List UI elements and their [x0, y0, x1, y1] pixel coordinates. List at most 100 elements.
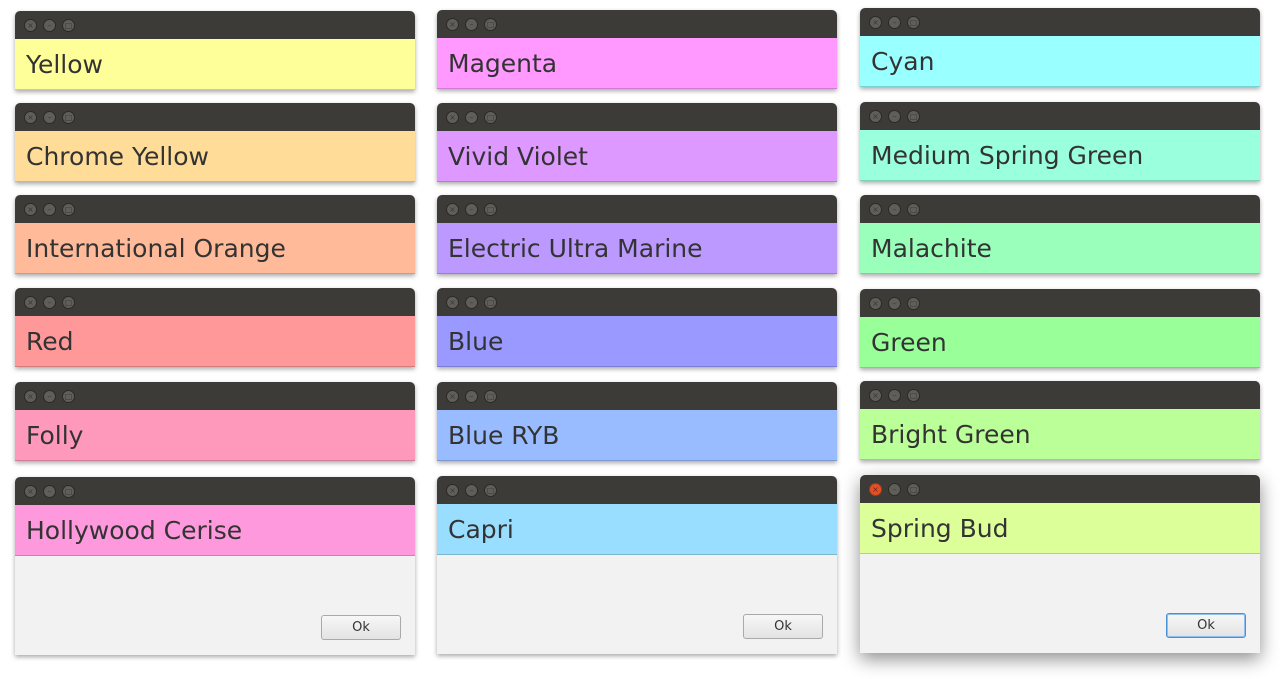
titlebar[interactable]: × – □ [15, 288, 415, 316]
close-icon[interactable]: × [24, 111, 37, 124]
color-window[interactable]: × – □ Electric Ultra Marine [437, 195, 837, 274]
close-icon[interactable]: × [446, 296, 459, 309]
titlebar[interactable]: × – □ [437, 288, 837, 316]
close-icon[interactable]: × [869, 203, 882, 216]
minimize-icon[interactable]: – [888, 297, 901, 310]
minimize-icon[interactable]: – [43, 19, 56, 32]
minimize-icon[interactable]: – [465, 296, 478, 309]
minimize-icon[interactable]: – [888, 483, 901, 496]
close-icon[interactable]: × [869, 110, 882, 123]
minimize-icon[interactable]: – [888, 110, 901, 123]
maximize-icon[interactable]: □ [62, 485, 75, 498]
minimize-icon[interactable]: – [43, 390, 56, 403]
minimize-icon[interactable]: – [465, 390, 478, 403]
maximize-icon[interactable]: □ [907, 483, 920, 496]
close-icon[interactable]: × [24, 203, 37, 216]
close-icon[interactable]: × [446, 484, 459, 497]
maximize-icon[interactable]: □ [907, 203, 920, 216]
color-label: Magenta [437, 38, 837, 89]
color-window[interactable]: × – □ Red [15, 288, 415, 367]
close-icon[interactable]: × [869, 297, 882, 310]
minimize-icon[interactable]: – [888, 203, 901, 216]
color-window[interactable]: × – □ Folly [15, 382, 415, 461]
titlebar[interactable]: × – □ [437, 10, 837, 38]
color-label: Vivid Violet [437, 131, 837, 182]
titlebar[interactable]: × – □ [437, 476, 837, 504]
color-label: Blue [437, 316, 837, 367]
maximize-icon[interactable]: □ [907, 16, 920, 29]
titlebar[interactable]: × – □ [860, 195, 1260, 223]
ok-button[interactable]: Ok [321, 615, 401, 640]
color-window[interactable]: × – □ Vivid Violet [437, 103, 837, 182]
minimize-icon[interactable]: – [465, 484, 478, 497]
titlebar[interactable]: × – □ [15, 382, 415, 410]
titlebar[interactable]: × – □ [860, 8, 1260, 36]
close-icon[interactable]: × [869, 483, 882, 496]
titlebar[interactable]: × – □ [437, 195, 837, 223]
maximize-icon[interactable]: □ [907, 297, 920, 310]
close-icon[interactable]: × [446, 390, 459, 403]
maximize-icon[interactable]: □ [484, 18, 497, 31]
color-window[interactable]: × – □ Chrome Yellow [15, 103, 415, 182]
ok-button[interactable]: Ok [1166, 613, 1246, 638]
minimize-icon[interactable]: – [888, 389, 901, 402]
titlebar[interactable]: × – □ [15, 195, 415, 223]
maximize-icon[interactable]: □ [62, 296, 75, 309]
color-window-with-ok[interactable]: × – □ Spring Bud Ok [860, 475, 1260, 653]
color-window[interactable]: × – □ Malachite [860, 195, 1260, 274]
titlebar[interactable]: × – □ [15, 103, 415, 131]
minimize-icon[interactable]: – [43, 296, 56, 309]
maximize-icon[interactable]: □ [484, 203, 497, 216]
color-window[interactable]: × – □ Blue [437, 288, 837, 367]
minimize-icon[interactable]: – [43, 485, 56, 498]
titlebar[interactable]: × – □ [860, 102, 1260, 130]
minimize-icon[interactable]: – [43, 203, 56, 216]
close-icon[interactable]: × [24, 296, 37, 309]
maximize-icon[interactable]: □ [62, 390, 75, 403]
color-label: Folly [15, 410, 415, 461]
maximize-icon[interactable]: □ [62, 19, 75, 32]
titlebar[interactable]: × – □ [860, 289, 1260, 317]
color-window-with-ok[interactable]: × – □ Capri Ok [437, 476, 837, 654]
close-icon[interactable]: × [869, 389, 882, 402]
color-label: International Orange [15, 223, 415, 274]
maximize-icon[interactable]: □ [62, 203, 75, 216]
maximize-icon[interactable]: □ [907, 389, 920, 402]
close-icon[interactable]: × [446, 111, 459, 124]
close-icon[interactable]: × [24, 485, 37, 498]
maximize-icon[interactable]: □ [484, 390, 497, 403]
close-icon[interactable]: × [446, 18, 459, 31]
close-icon[interactable]: × [869, 16, 882, 29]
close-icon[interactable]: × [446, 203, 459, 216]
color-window[interactable]: × – □ Medium Spring Green [860, 102, 1260, 181]
maximize-icon[interactable]: □ [484, 484, 497, 497]
color-window[interactable]: × – □ Yellow [15, 11, 415, 90]
color-window[interactable]: × – □ Blue RYB [437, 382, 837, 461]
titlebar[interactable]: × – □ [860, 381, 1260, 409]
color-window[interactable]: × – □ Magenta [437, 10, 837, 89]
titlebar[interactable]: × – □ [15, 477, 415, 505]
maximize-icon[interactable]: □ [484, 111, 497, 124]
minimize-icon[interactable]: – [43, 111, 56, 124]
close-icon[interactable]: × [24, 390, 37, 403]
maximize-icon[interactable]: □ [907, 110, 920, 123]
minimize-icon[interactable]: – [465, 111, 478, 124]
titlebar[interactable]: × – □ [860, 475, 1260, 503]
color-window-with-ok[interactable]: × – □ Hollywood Cerise Ok [15, 477, 415, 655]
close-icon[interactable]: × [24, 19, 37, 32]
minimize-icon[interactable]: – [465, 18, 478, 31]
color-label: Electric Ultra Marine [437, 223, 837, 274]
maximize-icon[interactable]: □ [62, 111, 75, 124]
titlebar[interactable]: × – □ [437, 103, 837, 131]
color-window[interactable]: × – □ Bright Green [860, 381, 1260, 460]
maximize-icon[interactable]: □ [484, 296, 497, 309]
titlebar[interactable]: × – □ [437, 382, 837, 410]
minimize-icon[interactable]: – [465, 203, 478, 216]
color-label: Red [15, 316, 415, 367]
color-window[interactable]: × – □ International Orange [15, 195, 415, 274]
ok-button[interactable]: Ok [743, 614, 823, 639]
color-window[interactable]: × – □ Green [860, 289, 1260, 368]
minimize-icon[interactable]: – [888, 16, 901, 29]
color-window[interactable]: × – □ Cyan [860, 8, 1260, 87]
titlebar[interactable]: × – □ [15, 11, 415, 39]
